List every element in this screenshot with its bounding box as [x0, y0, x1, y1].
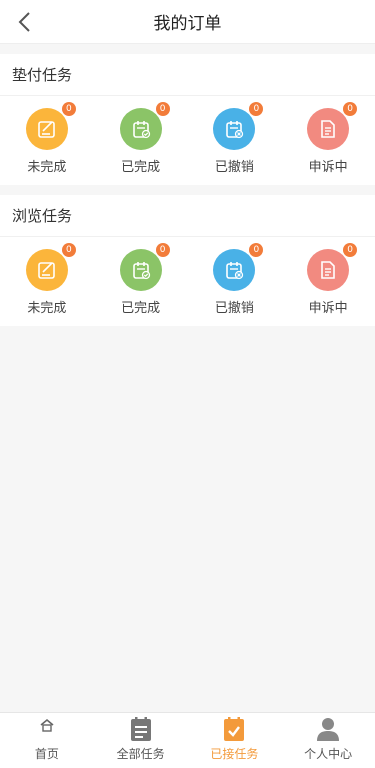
status-label: 未完成 [27, 301, 67, 316]
status-done[interactable]: 0 已完成 [94, 96, 188, 184]
section-advance-tasks: 垫付任务 0 未完成 0 已完成 0 已撤销 0 申诉中 [0, 54, 375, 185]
edit-icon [25, 108, 68, 150]
tab-all-tasks[interactable]: 全部任务 [94, 713, 188, 768]
header-bar: 我的订单 [0, 0, 375, 44]
count-badge: 0 [249, 243, 264, 257]
status-appeal[interactable]: 0 申诉中 [281, 237, 375, 325]
document-icon [307, 249, 350, 291]
status-icon-wrap: 0 [213, 243, 264, 291]
document-icon [307, 108, 350, 150]
list-icon [128, 716, 154, 742]
status-label: 已撤销 [214, 301, 254, 316]
user-icon [315, 716, 341, 742]
back-button[interactable] [8, 6, 40, 38]
status-label: 申诉中 [308, 301, 348, 316]
edit-icon [25, 249, 68, 291]
status-grid: 0 未完成 0 已完成 0 已撤销 0 申诉中 [0, 96, 375, 184]
calendar-cancel-icon [213, 249, 256, 291]
section-browse-tasks: 浏览任务 0 未完成 0 已完成 0 已撤销 0 申诉中 [0, 195, 375, 326]
status-icon-wrap: 0 [307, 243, 358, 291]
tab-accepted-tasks[interactable]: 已接任务 [188, 713, 282, 768]
tab-profile[interactable]: 个人中心 [281, 713, 375, 768]
calendar-check-icon [119, 249, 162, 291]
status-label: 已完成 [121, 160, 161, 175]
tab-label: 首页 [34, 747, 59, 761]
calendar-cancel-icon [213, 108, 256, 150]
section-title: 垫付任务 [0, 54, 375, 96]
status-label: 已撤销 [214, 160, 254, 175]
status-pending[interactable]: 0 未完成 [0, 96, 94, 184]
count-badge: 0 [61, 102, 76, 116]
count-badge: 0 [343, 102, 358, 116]
status-icon-wrap: 0 [25, 102, 76, 150]
status-grid: 0 未完成 0 已完成 0 已撤销 0 申诉中 [0, 237, 375, 325]
status-icon-wrap: 0 [213, 102, 264, 150]
status-icon-wrap: 0 [25, 243, 76, 291]
status-done[interactable]: 0 已完成 [94, 237, 188, 325]
status-cancelled[interactable]: 0 已撤销 [188, 96, 282, 184]
count-badge: 0 [343, 243, 358, 257]
tab-label: 已接任务 [210, 747, 259, 761]
count-badge: 0 [249, 102, 264, 116]
bottom-tab-bar: 首页 全部任务 已接任务 个人中心 [0, 712, 375, 768]
home-icon [34, 716, 60, 742]
status-label: 未完成 [27, 160, 67, 175]
calendar-check-icon [221, 716, 247, 742]
chevron-left-icon [18, 12, 30, 32]
count-badge: 0 [155, 102, 170, 116]
status-label: 申诉中 [308, 160, 348, 175]
tab-home[interactable]: 首页 [0, 713, 94, 768]
status-pending[interactable]: 0 未完成 [0, 237, 94, 325]
status-icon-wrap: 0 [307, 102, 358, 150]
status-icon-wrap: 0 [119, 102, 170, 150]
app: 我的订单 垫付任务 0 未完成 0 已完成 0 已撤销 0 申诉中 浏览任务 0… [0, 0, 375, 768]
tab-label: 全部任务 [116, 747, 165, 761]
calendar-check-icon [119, 108, 162, 150]
count-badge: 0 [61, 243, 76, 257]
section-title: 浏览任务 [0, 195, 375, 237]
tab-label: 个人中心 [304, 747, 353, 761]
status-label: 已完成 [121, 301, 161, 316]
status-appeal[interactable]: 0 申诉中 [281, 96, 375, 184]
status-cancelled[interactable]: 0 已撤销 [188, 237, 282, 325]
count-badge: 0 [155, 243, 170, 257]
status-icon-wrap: 0 [119, 243, 170, 291]
page-title: 我的订单 [153, 14, 222, 34]
